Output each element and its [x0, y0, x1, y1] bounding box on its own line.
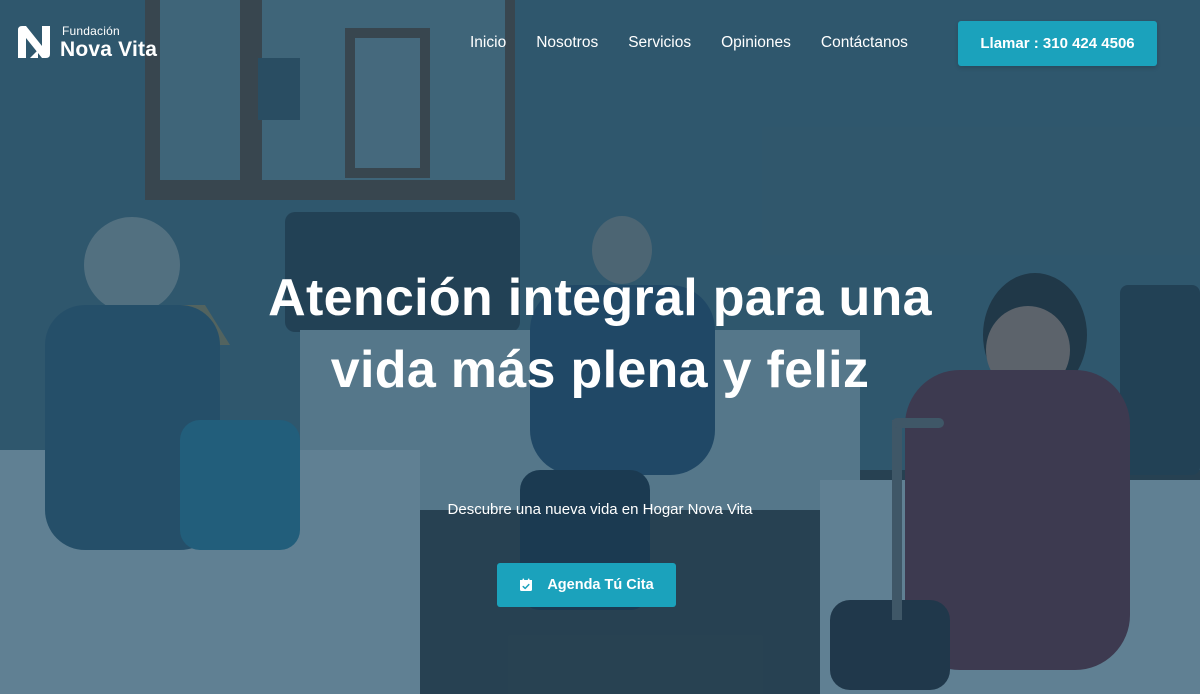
main-navigation: Inicio Nosotros Servicios Opiniones Cont… — [470, 33, 938, 53]
schedule-appointment-label: Agenda Tú Cita — [547, 577, 654, 593]
nova-vita-logo-icon — [18, 26, 50, 58]
nav-item-inicio[interactable]: Inicio — [470, 34, 506, 52]
call-button[interactable]: Llamar : 310 424 4506 — [958, 21, 1157, 66]
nav-item-servicios[interactable]: Servicios — [628, 34, 691, 52]
brand-text: Fundación Nova Vita — [60, 25, 157, 60]
hero-section: Fundación Nova Vita Inicio Nosotros Serv… — [0, 0, 1200, 694]
brand-small-label: Fundación — [62, 23, 120, 38]
calendar-icon — [520, 578, 533, 591]
hero-subtitle: Descubre una nueva vida en Hogar Nova Vi… — [447, 501, 753, 518]
brand-name: Nova Vita — [60, 37, 158, 61]
nav-item-contactanos[interactable]: Contáctanos — [821, 34, 908, 52]
brand-logo[interactable]: Fundación Nova Vita — [16, 22, 157, 62]
nav-item-opiniones[interactable]: Opiniones — [721, 34, 791, 52]
nav-item-nosotros[interactable]: Nosotros — [536, 34, 598, 52]
schedule-appointment-button[interactable]: Agenda Tú Cita — [497, 563, 676, 607]
hero-title: Atención integral para una vida más plen… — [268, 269, 932, 399]
